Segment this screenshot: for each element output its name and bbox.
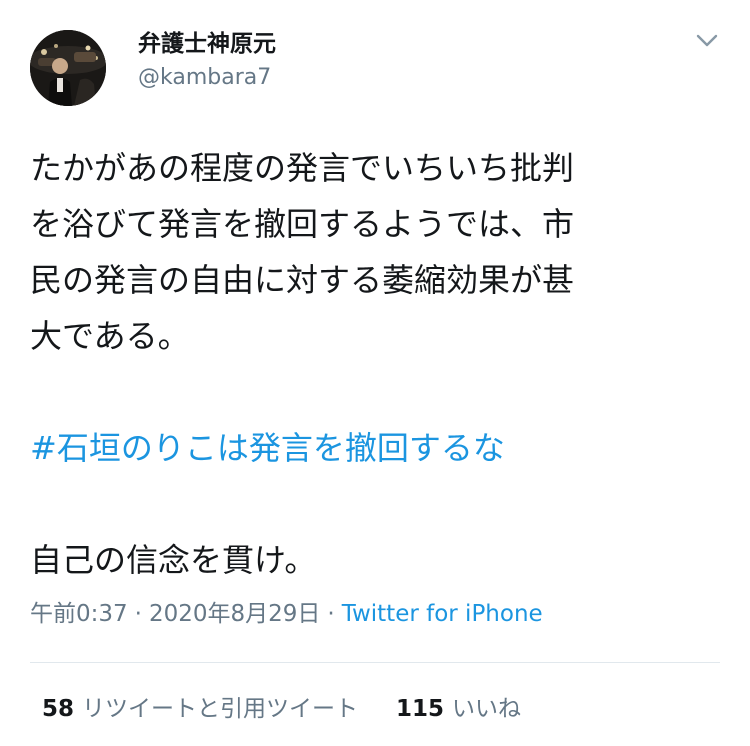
chevron-down-icon[interactable]: [692, 28, 722, 52]
retweets-label: リツイートと引用ツイート: [82, 696, 359, 722]
tweet-time[interactable]: 午前0:37: [30, 601, 128, 627]
user-display-name[interactable]: 弁護士神原元: [138, 29, 276, 59]
likes-label: いいね: [452, 696, 522, 722]
tweet-text-line: たかがあの程度の発言でいちいち批判: [30, 149, 575, 187]
meta-separator: ·: [327, 601, 335, 627]
likes-stat[interactable]: 115 いいね: [396, 693, 521, 725]
tweet-stats: 58 リツイートと引用ツイート 115 いいね: [42, 693, 521, 725]
divider: [30, 662, 720, 663]
avatar-photo-icon: [30, 30, 106, 106]
tweet-text-line: 民の発言の自由に対する萎縮効果が甚: [30, 261, 575, 299]
tweet-text-line: を浴びて発言を撤回するようでは、市: [30, 205, 575, 243]
tweet-metadata: 午前0:37 · 2020年8月29日 · Twitter for iPhone: [30, 598, 543, 630]
tweet-date[interactable]: 2020年8月29日: [149, 601, 320, 627]
hashtag-link[interactable]: #石垣のりこは発言を撤回するな: [30, 420, 730, 476]
tweet-card: 弁護士神原元 @kambara7 たかがあの程度の発言でいちいち批判 を浴びて発…: [0, 0, 750, 746]
likes-count: 115: [396, 696, 445, 722]
retweets-count: 58: [42, 696, 75, 722]
tweet-text-line: 自己の信念を貫け。: [30, 541, 317, 579]
tweet-source-link[interactable]: Twitter for iPhone: [342, 601, 543, 627]
user-avatar[interactable]: [30, 30, 106, 106]
tweet-body: たかがあの程度の発言でいちいち批判 を浴びて発言を撤回するようでは、市 民の発言…: [30, 140, 730, 588]
user-handle[interactable]: @kambara7: [138, 63, 271, 93]
meta-separator: ·: [134, 601, 142, 627]
tweet-text-line: 大である。: [30, 317, 190, 355]
retweets-stat[interactable]: 58 リツイートと引用ツイート: [42, 693, 358, 725]
